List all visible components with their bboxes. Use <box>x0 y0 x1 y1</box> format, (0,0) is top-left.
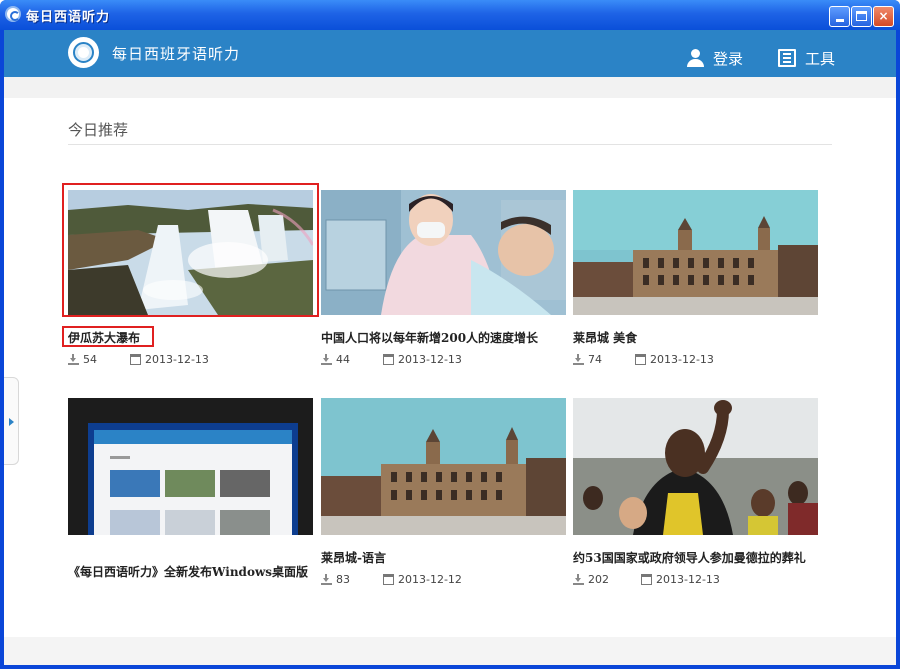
download-icon <box>321 354 332 365</box>
maximize-icon <box>856 11 867 21</box>
lesson-title[interactable]: 莱昂城 美食 <box>573 329 818 346</box>
lesson-card[interactable]: 中国人口将以每年新增200人的速度增长 44 2013-12-13 <box>321 190 566 395</box>
download-icon <box>573 574 584 585</box>
download-icon <box>68 354 79 365</box>
lesson-thumbnail[interactable] <box>321 190 566 315</box>
calendar-icon <box>130 354 141 365</box>
lesson-thumbnail[interactable] <box>573 398 818 535</box>
calendar-icon <box>635 354 646 365</box>
minimize-button[interactable] <box>829 6 850 27</box>
lesson-card[interactable]: 约53国国家或政府领导人参加曼德拉的葬礼 202 2013-12-13 <box>573 398 818 603</box>
lesson-title[interactable]: 中国人口将以每年新增200人的速度增长 <box>321 329 566 346</box>
calendar-icon <box>383 574 394 585</box>
title-highlight <box>62 326 154 347</box>
status-strip <box>4 637 896 665</box>
app-logo-icon <box>5 6 21 22</box>
app-logo <box>68 37 99 68</box>
calendar-icon <box>383 354 394 365</box>
calendar-icon <box>641 574 652 585</box>
app-window: 每日西语听力 × 每日西班牙语听力 登录 工具 今日推荐 伊瓜苏大瀑布 54 2… <box>0 0 900 669</box>
lesson-title[interactable]: 莱昂城-语言 <box>321 549 566 566</box>
sidebar-toggle[interactable] <box>4 377 19 465</box>
chevron-right-icon <box>9 418 14 426</box>
lesson-thumbnail[interactable] <box>68 398 313 535</box>
login-label: 登录 <box>713 50 744 68</box>
lesson-title[interactable]: 《每日西语听力》全新发布Windows桌面版 <box>68 563 313 580</box>
minimize-icon <box>835 19 844 22</box>
tools-label: 工具 <box>805 50 836 68</box>
download-icon <box>573 354 584 365</box>
app-header: 每日西班牙语听力 登录 工具 <box>4 30 896 77</box>
lesson-thumbnail[interactable] <box>573 190 818 315</box>
section-title: 今日推荐 <box>68 121 129 139</box>
download-icon <box>321 574 332 585</box>
maximize-button[interactable] <box>851 6 872 27</box>
close-icon: × <box>878 9 889 23</box>
lesson-thumbnail[interactable] <box>321 398 566 535</box>
client-area: 每日西班牙语听力 登录 工具 今日推荐 伊瓜苏大瀑布 54 2013-12-13… <box>4 30 896 665</box>
lesson-title[interactable]: 约53国国家或政府领导人参加曼德拉的葬礼 <box>573 549 818 566</box>
lesson-card[interactable]: 莱昂城-语言 83 2013-12-12 <box>321 398 566 603</box>
content-panel: 今日推荐 伊瓜苏大瀑布 54 2013-12-13 中国人口将以每年新增200人… <box>4 98 896 637</box>
lesson-card[interactable]: 莱昂城 美食 74 2013-12-13 <box>573 190 818 395</box>
lesson-card[interactable]: 《每日西语听力》全新发布Windows桌面版 <box>68 398 313 603</box>
section-divider <box>68 144 832 145</box>
thumbnail-highlight <box>62 183 319 317</box>
close-button[interactable]: × <box>873 6 894 27</box>
user-icon <box>686 49 704 67</box>
list-icon <box>778 49 796 67</box>
app-name: 每日西班牙语听力 <box>112 45 241 63</box>
title-bar[interactable]: 每日西语听力 × <box>0 0 900 30</box>
window-title: 每日西语听力 <box>26 10 111 25</box>
